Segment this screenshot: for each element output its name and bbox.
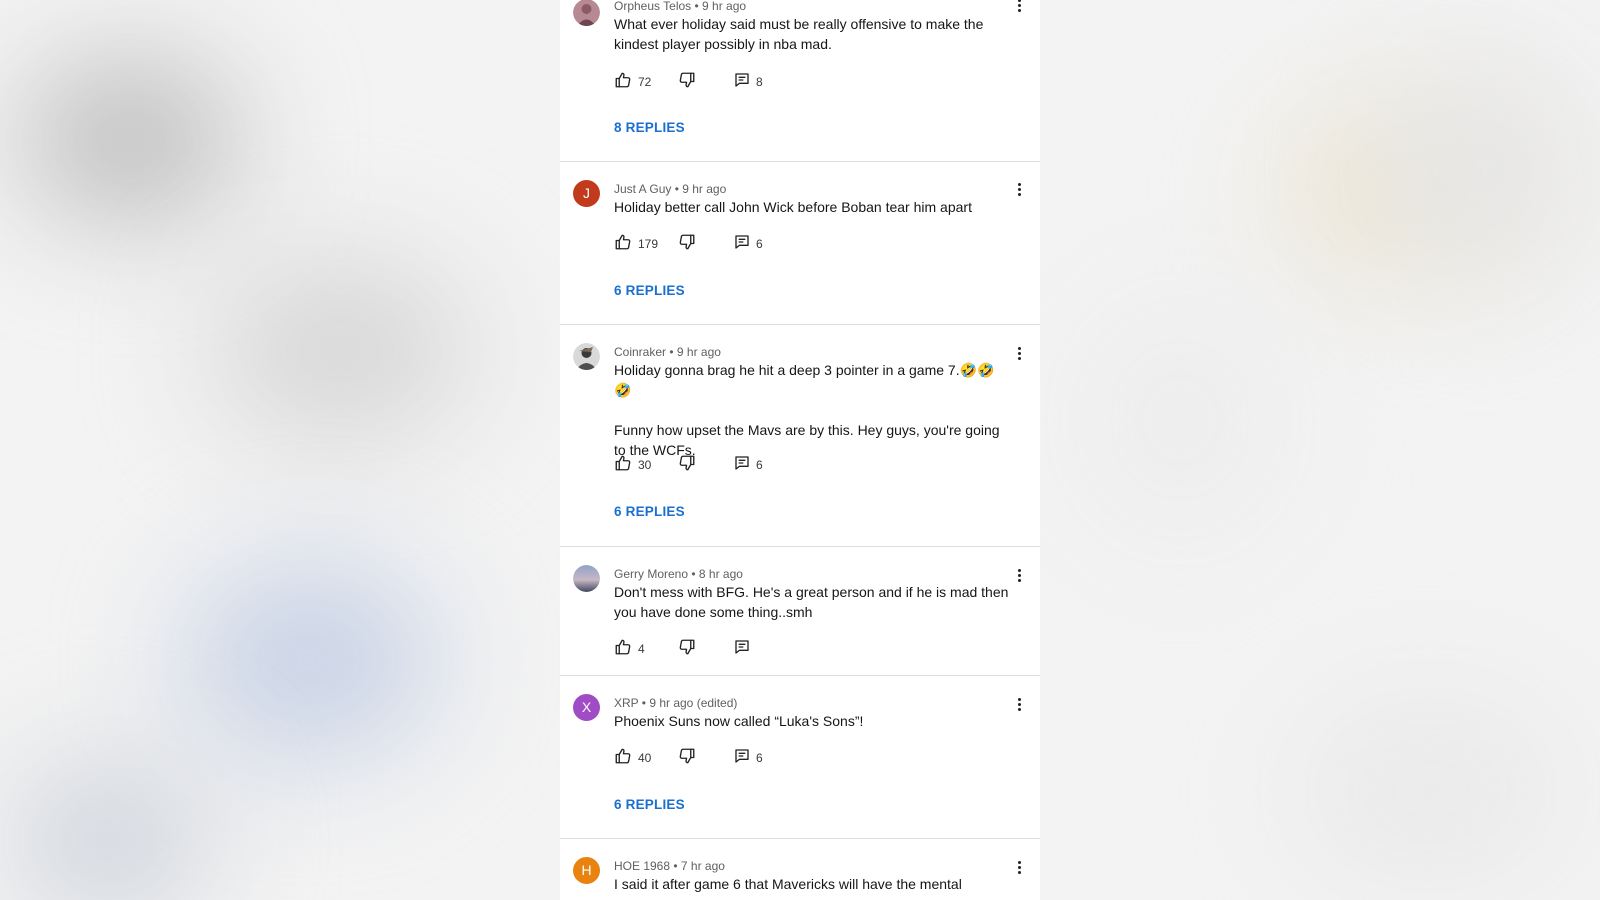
like-button[interactable]: 179 — [614, 232, 658, 252]
more-options-icon[interactable] — [1016, 569, 1022, 585]
reply-count: 8 — [756, 75, 763, 89]
view-replies-button[interactable]: 6 REPLIES — [614, 504, 685, 519]
comment-actions: 179 6 — [614, 232, 914, 252]
like-button[interactable]: 72 — [614, 70, 651, 90]
thumbs-down-icon — [678, 71, 696, 89]
reply-button[interactable]: 6 — [734, 453, 763, 473]
avatar[interactable] — [573, 343, 600, 370]
like-count: 4 — [638, 642, 645, 656]
more-options-icon[interactable] — [1016, 183, 1022, 199]
comment-icon — [734, 72, 750, 88]
thumbs-down-icon — [678, 747, 696, 765]
more-options-icon[interactable] — [1016, 0, 1022, 15]
dislike-button[interactable] — [678, 232, 696, 252]
avatar[interactable]: H — [573, 857, 600, 884]
reply-count: 6 — [756, 237, 763, 251]
comment-actions: 40 6 — [614, 746, 914, 766]
more-options-icon[interactable] — [1016, 698, 1022, 714]
thumbs-down-icon — [678, 233, 696, 251]
comment-icon — [734, 748, 750, 764]
like-button[interactable]: 30 — [614, 453, 651, 473]
comment-author-meta[interactable]: Orpheus Telos • 9 hr ago — [614, 0, 746, 13]
avatar[interactable]: J — [573, 180, 600, 207]
comment-text: Phoenix Suns now called “Luka's Sons”! — [614, 713, 864, 729]
avatar[interactable]: X — [573, 694, 600, 721]
comment-actions: 30 6 — [614, 453, 914, 473]
thumbs-up-icon — [614, 747, 632, 765]
dislike-button[interactable] — [678, 746, 696, 766]
like-count: 72 — [638, 75, 652, 89]
comment-text: Holiday gonna brag he hit a deep 3 point… — [614, 362, 1000, 458]
comment-author-meta[interactable]: HOE 1968 • 7 hr ago — [614, 859, 725, 873]
avatar[interactable] — [573, 565, 600, 592]
thumbs-up-icon — [614, 638, 632, 656]
comment-item: Gerry Moreno • 8 hr ago Don't mess with … — [560, 547, 1040, 676]
thumbs-up-icon — [614, 233, 632, 251]
dislike-button[interactable] — [678, 637, 696, 657]
reply-button[interactable] — [734, 637, 750, 657]
view-replies-button[interactable]: 8 REPLIES — [614, 120, 685, 135]
reply-count: 6 — [756, 458, 763, 472]
comment-item: Coinraker • 9 hr ago Holiday gonna brag … — [560, 325, 1040, 547]
comment-item: Orpheus Telos • 9 hr ago What ever holid… — [560, 0, 1040, 162]
like-count: 30 — [638, 458, 652, 472]
comment-actions: 72 8 — [614, 70, 914, 90]
view-replies-button[interactable]: 6 REPLIES — [614, 283, 685, 298]
reply-button[interactable]: 6 — [734, 232, 763, 252]
comment-icon — [734, 234, 750, 250]
comment-author-meta[interactable]: XRP • 9 hr ago (edited) — [614, 696, 737, 710]
comment-item: X XRP • 9 hr ago (edited) Phoenix Suns n… — [560, 676, 1040, 839]
like-count: 40 — [638, 751, 652, 765]
view-replies-button[interactable]: 6 REPLIES — [614, 797, 685, 812]
comment-item: H HOE 1968 • 7 hr ago I said it after ga… — [560, 839, 1040, 900]
comment-icon — [734, 639, 750, 655]
dislike-button[interactable] — [678, 70, 696, 90]
thumbs-down-icon — [678, 454, 696, 472]
like-button[interactable]: 40 — [614, 746, 651, 766]
reply-count: 6 — [756, 751, 763, 765]
more-options-icon[interactable] — [1016, 861, 1022, 877]
comment-author-meta[interactable]: Just A Guy • 9 hr ago — [614, 182, 726, 196]
comments-feed: Orpheus Telos • 9 hr ago What ever holid… — [560, 0, 1040, 900]
comment-author-meta[interactable]: Coinraker • 9 hr ago — [614, 345, 721, 359]
dislike-button[interactable] — [678, 453, 696, 473]
comment-item: J Just A Guy • 9 hr ago Holiday better c… — [560, 162, 1040, 325]
comment-text: What ever holiday said must be really of… — [614, 16, 984, 52]
more-options-icon[interactable] — [1016, 347, 1022, 363]
thumbs-down-icon — [678, 638, 696, 656]
reply-button[interactable]: 6 — [734, 746, 763, 766]
reply-button[interactable]: 8 — [734, 70, 763, 90]
comment-author-meta[interactable]: Gerry Moreno • 8 hr ago — [614, 567, 743, 581]
thumbs-up-icon — [614, 454, 632, 472]
thumbs-up-icon — [614, 71, 632, 89]
like-button[interactable]: 4 — [614, 637, 645, 657]
comment-icon — [734, 455, 750, 471]
comment-actions: 4 — [614, 637, 914, 657]
comment-text: Don't mess with BFG. He's a great person… — [614, 584, 1009, 620]
comment-text: I said it after game 6 that Mavericks wi… — [614, 876, 962, 892]
comment-text: Holiday better call John Wick before Bob… — [614, 199, 972, 215]
like-count: 179 — [638, 237, 659, 251]
avatar[interactable] — [573, 0, 600, 26]
